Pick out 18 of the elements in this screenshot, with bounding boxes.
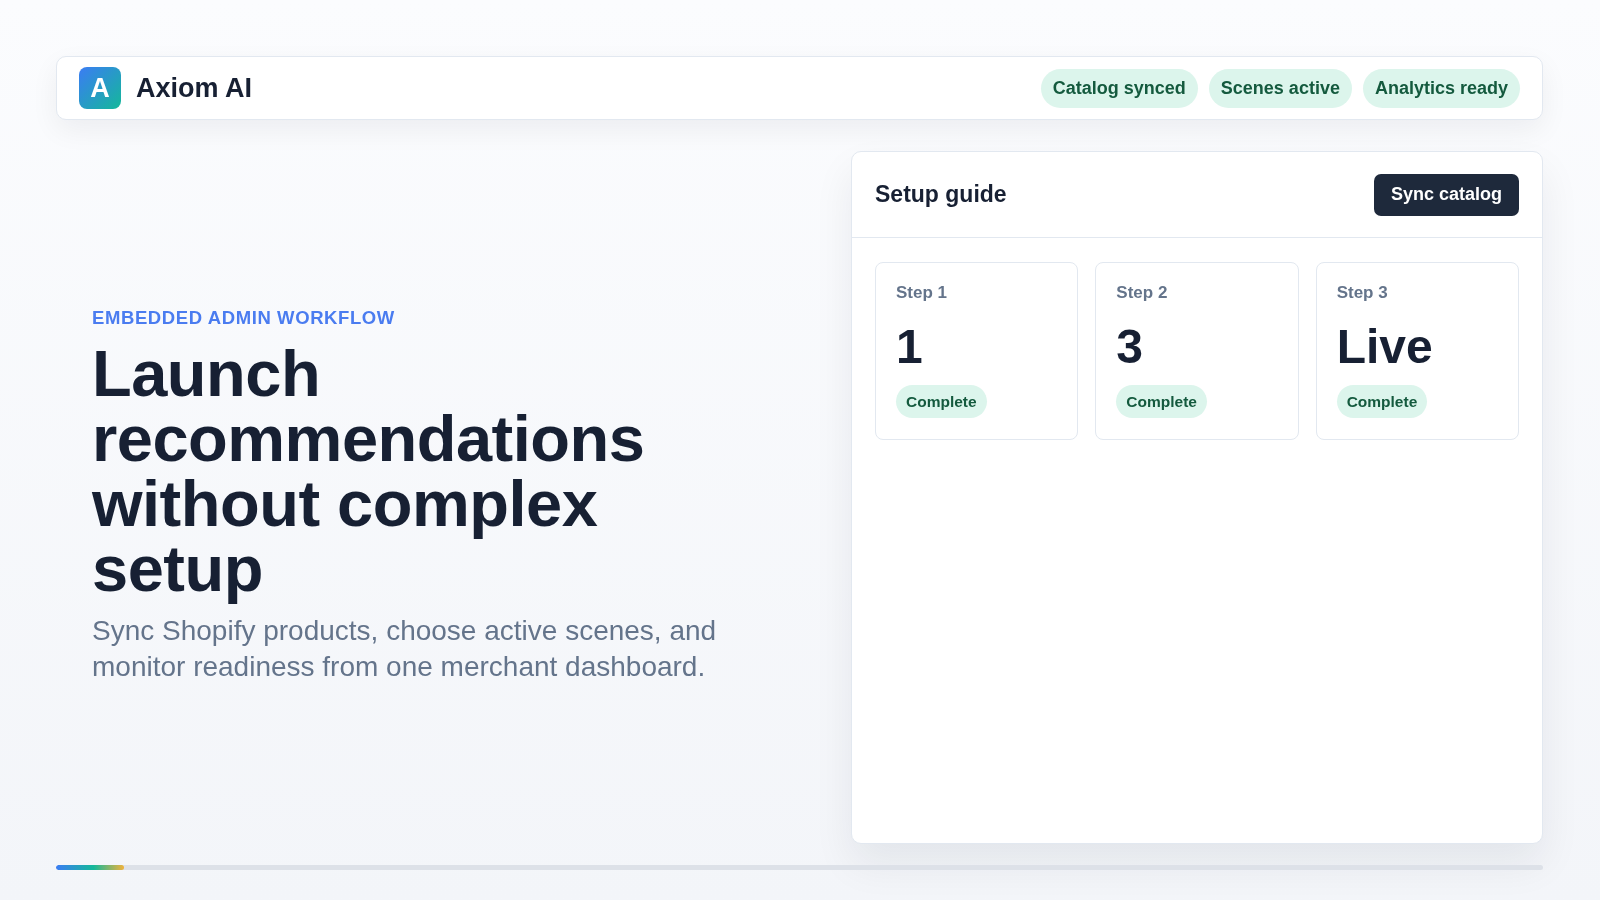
status-badge: Complete [1336, 385, 1428, 418]
logo-icon: A [79, 67, 121, 109]
description-text: Sync Shopify products, choose active scenes, and monitor readiness from one merchant dashboard. [92, 613, 718, 684]
step-label: Step 2 [1116, 283, 1168, 303]
sync-catalog-button[interactable]: Sync catalog [1373, 173, 1519, 216]
step-label: Step 3 [1336, 283, 1388, 303]
card-title: Setup guide [875, 181, 1007, 208]
eyebrow-text: EMBEDDED ADMIN WORKFLOW [92, 306, 395, 329]
status-badge: Complete [896, 385, 987, 418]
step-value: Live [1336, 319, 1433, 375]
step-value: 3 [1116, 319, 1144, 375]
brand-name: Axiom AI [136, 72, 252, 104]
status-pill: Scenes active [1208, 68, 1352, 108]
step-label: Step 1 [896, 283, 948, 303]
status-pill: Catalog synced [1040, 68, 1198, 108]
status-pill: Analytics ready [1362, 68, 1520, 108]
status-badge: Complete [1116, 385, 1207, 418]
step-value: 1 [896, 319, 923, 375]
